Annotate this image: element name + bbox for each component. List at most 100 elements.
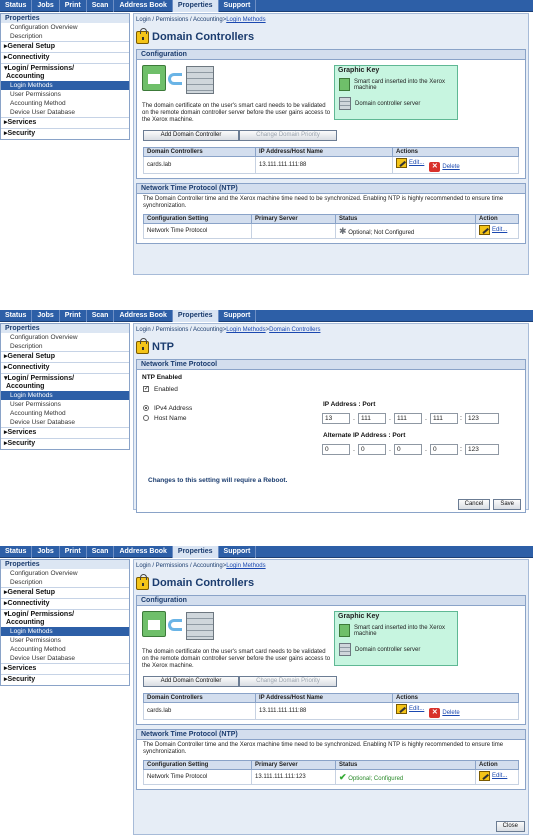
breadcrumb-login-methods[interactable]: Login Methods — [226, 327, 265, 333]
sidebar-item-description[interactable]: Description — [1, 32, 129, 41]
sidebar-item-user-permissions[interactable]: User Permissions — [1, 400, 129, 409]
sidebar-group-services[interactable]: ▸Services — [1, 117, 129, 128]
delete-icon[interactable]: ✕ — [429, 162, 441, 172]
alt-ip-octet-4-input[interactable]: 0 — [430, 444, 458, 455]
tab-address-book[interactable]: Address Book — [114, 546, 173, 558]
edit-icon[interactable] — [479, 771, 490, 781]
checkmark-icon: ✔ — [339, 771, 347, 782]
sidebar-item-login-methods[interactable]: Login Methods — [1, 627, 129, 636]
sidebar-group-connectivity[interactable]: ▸Connectivity — [1, 52, 129, 63]
sidebar-group-connectivity[interactable]: ▸Connectivity — [1, 598, 129, 609]
tab-properties[interactable]: Properties — [172, 546, 219, 558]
tab-jobs[interactable]: Jobs — [32, 0, 60, 12]
tab-scan[interactable]: Scan — [87, 0, 115, 12]
tab-support[interactable]: Support — [219, 546, 257, 558]
edit-icon[interactable] — [396, 704, 407, 714]
sidebar-item-config-overview[interactable]: Configuration Overview — [1, 569, 129, 578]
ip-octet-4-input[interactable]: 111 — [430, 413, 458, 424]
sidebar-item-user-permissions[interactable]: User Permissions — [1, 636, 129, 645]
main-content: Login / Permissions / Accounting>Login M… — [133, 323, 529, 513]
sidebar-group-security[interactable]: ▸Security — [1, 438, 129, 449]
sidebar-item-config-overview[interactable]: Configuration Overview — [1, 333, 129, 342]
cancel-button[interactable]: Cancel — [457, 499, 491, 510]
sidebar-item-description[interactable]: Description — [1, 342, 129, 351]
alt-ip-octet-2-input[interactable]: 0 — [358, 444, 386, 455]
sidebar-item-user-permissions[interactable]: User Permissions — [1, 90, 129, 99]
main-content: Login / Permissions / Accounting>Login M… — [133, 13, 529, 275]
breadcrumb-domain-controllers[interactable]: Domain Controllers — [269, 327, 320, 333]
sidebar-group-general-setup[interactable]: ▸General Setup — [1, 351, 129, 362]
server-icon — [186, 66, 214, 94]
screen-ntp-settings: Status Jobs Print Scan Address Book Prop… — [0, 310, 533, 513]
edit-link[interactable]: Edit... — [409, 706, 424, 712]
tab-scan[interactable]: Scan — [87, 546, 115, 558]
close-button[interactable]: Close — [495, 821, 525, 832]
page-title: NTP — [136, 337, 528, 356]
tab-jobs[interactable]: Jobs — [32, 546, 60, 558]
tab-jobs[interactable]: Jobs — [32, 310, 60, 322]
alt-ip-octet-3-input[interactable]: 0 — [394, 444, 422, 455]
sidebar-item-accounting-method[interactable]: Accounting Method — [1, 99, 129, 108]
alt-port-input[interactable]: 123 — [465, 444, 499, 455]
sidebar-group-services[interactable]: ▸Services — [1, 427, 129, 438]
sidebar-item-login-methods[interactable]: Login Methods — [1, 81, 129, 90]
tab-scan[interactable]: Scan — [87, 310, 115, 322]
sidebar-group-login[interactable]: ▾Login/ Permissions/ Accounting — [1, 373, 129, 391]
tab-properties[interactable]: Properties — [172, 0, 219, 12]
delete-icon[interactable]: ✕ — [429, 708, 441, 718]
add-domain-controller-button[interactable]: Add Domain Controller — [143, 130, 239, 141]
ip-octet-2-input[interactable]: 111 — [358, 413, 386, 424]
tab-address-book[interactable]: Address Book — [114, 310, 173, 322]
change-domain-priority-button: Change Domain Priority — [239, 676, 337, 687]
edit-icon[interactable] — [479, 225, 490, 235]
sidebar-group-security[interactable]: ▸Security — [1, 128, 129, 139]
sidebar-item-accounting-method[interactable]: Accounting Method — [1, 645, 129, 654]
tab-support[interactable]: Support — [219, 310, 257, 322]
tab-print[interactable]: Print — [60, 546, 87, 558]
ntp-enabled-checkbox[interactable]: ✓ — [143, 386, 149, 392]
breadcrumb-login-methods[interactable]: Login Methods — [226, 17, 265, 23]
sidebar-item-login-methods[interactable]: Login Methods — [1, 391, 129, 400]
sidebar-group-connectivity[interactable]: ▸Connectivity — [1, 362, 129, 373]
delete-link[interactable]: Delete — [442, 710, 459, 716]
reboot-notice: Changes to this setting will require a R… — [148, 477, 288, 484]
sidebar-item-device-user-database[interactable]: Device User Database — [1, 108, 129, 117]
sidebar-group-general-setup[interactable]: ▸General Setup — [1, 41, 129, 52]
sidebar-group-security[interactable]: ▸Security — [1, 674, 129, 685]
hostname-radio[interactable] — [143, 415, 149, 421]
tab-properties[interactable]: Properties — [172, 310, 219, 322]
server-icon — [339, 643, 351, 656]
tab-print[interactable]: Print — [60, 310, 87, 322]
breadcrumb-login-methods[interactable]: Login Methods — [226, 563, 265, 569]
tab-status[interactable]: Status — [0, 0, 33, 12]
sidebar-item-device-user-database[interactable]: Device User Database — [1, 418, 129, 427]
add-domain-controller-button[interactable]: Add Domain Controller — [143, 676, 239, 687]
sidebar-group-login[interactable]: ▾Login/ Permissions/ Accounting — [1, 609, 129, 627]
ipv4-radio[interactable] — [143, 405, 149, 411]
edit-icon[interactable] — [396, 158, 407, 168]
sidebar-group-services[interactable]: ▸Services — [1, 663, 129, 674]
sidebar-item-description[interactable]: Description — [1, 578, 129, 587]
breadcrumb: Login / Permissions / Accounting>Login M… — [136, 327, 321, 333]
tab-status[interactable]: Status — [0, 310, 33, 322]
sidebar-group-general-setup[interactable]: ▸General Setup — [1, 587, 129, 598]
sidebar-item-device-user-database[interactable]: Device User Database — [1, 654, 129, 663]
sidebar-group-login[interactable]: ▾Login/ Permissions/ Accounting — [1, 63, 129, 81]
delete-link[interactable]: Delete — [442, 164, 459, 170]
port-input[interactable]: 123 — [465, 413, 499, 424]
screen-domain-controllers-configured: Status Jobs Print Scan Address Book Prop… — [0, 546, 533, 837]
tab-print[interactable]: Print — [60, 0, 87, 12]
tab-status[interactable]: Status — [0, 546, 33, 558]
edit-link[interactable]: Edit... — [492, 227, 507, 233]
edit-link[interactable]: Edit... — [409, 160, 424, 166]
ip-octet-1-input[interactable]: 13 — [322, 413, 350, 424]
alt-ip-octet-1-input[interactable]: 0 — [322, 444, 350, 455]
edit-link[interactable]: Edit... — [492, 773, 507, 779]
tab-support[interactable]: Support — [219, 0, 257, 12]
ip-octet-3-input[interactable]: 111 — [394, 413, 422, 424]
sidebar-item-accounting-method[interactable]: Accounting Method — [1, 409, 129, 418]
save-button[interactable]: Save — [493, 499, 521, 510]
tab-address-book[interactable]: Address Book — [114, 0, 173, 12]
sidebar-item-config-overview[interactable]: Configuration Overview — [1, 23, 129, 32]
server-icon — [186, 612, 214, 640]
